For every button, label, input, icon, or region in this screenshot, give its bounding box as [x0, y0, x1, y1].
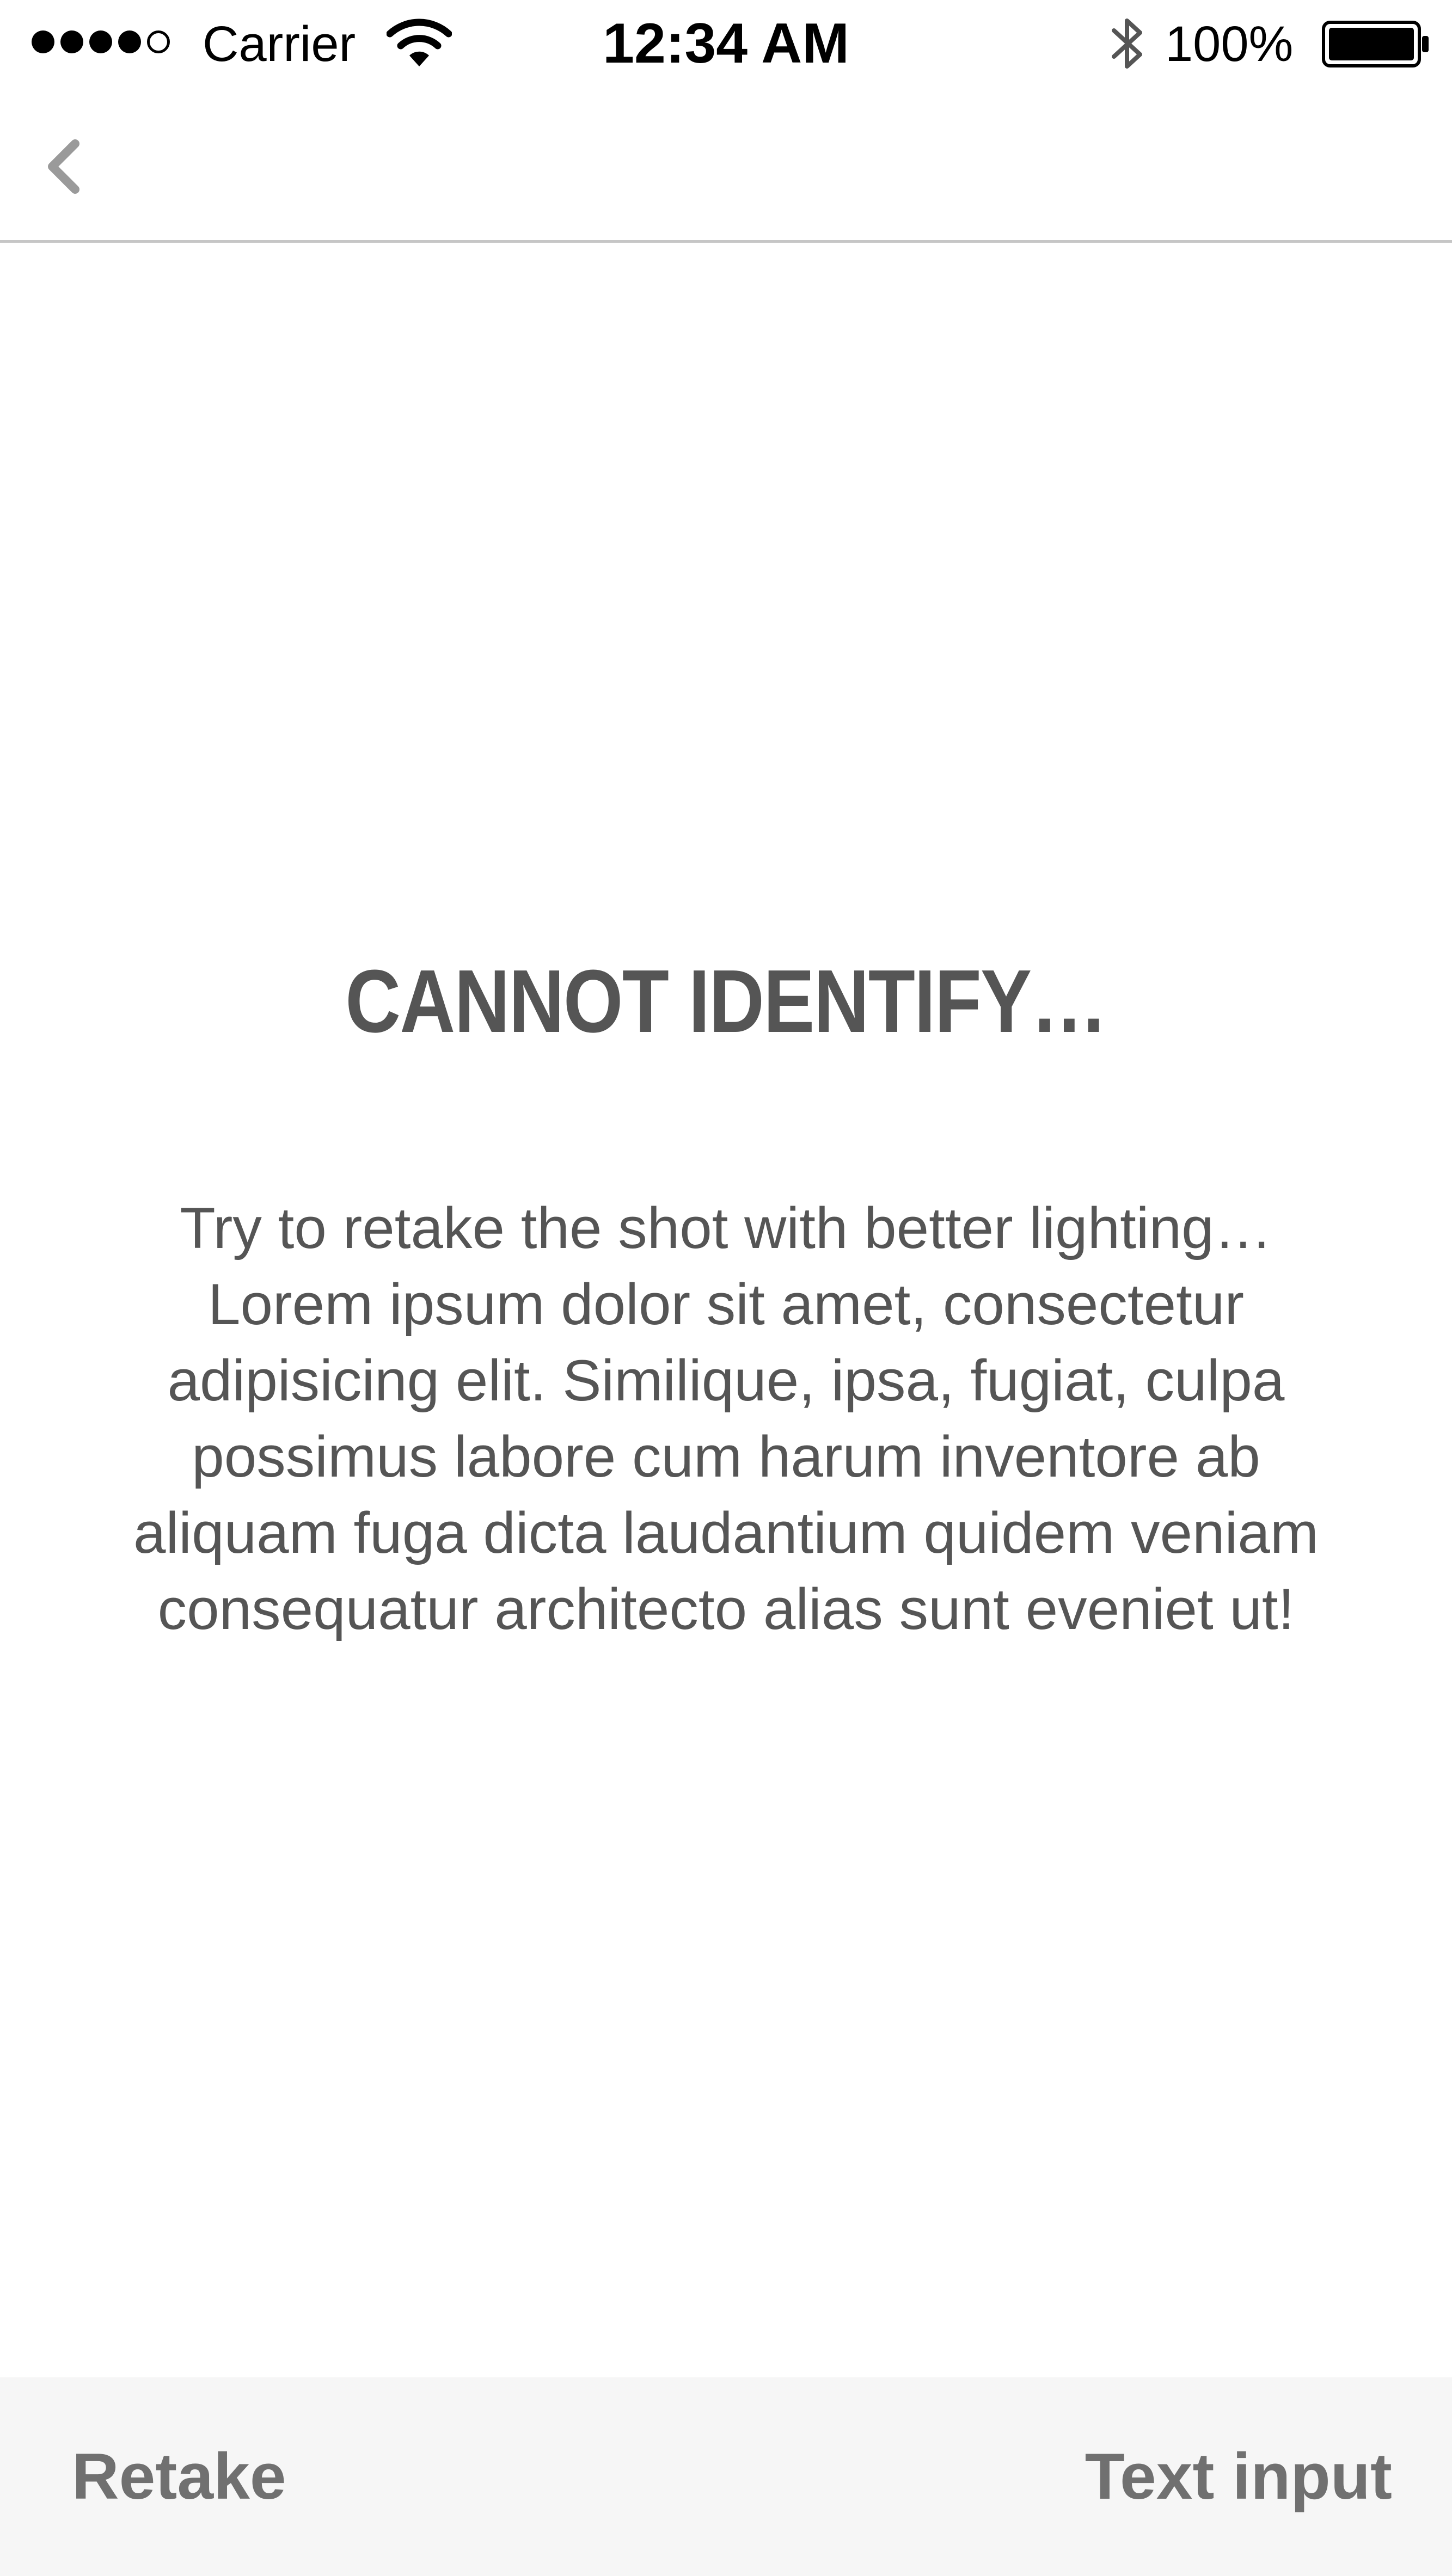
battery-icon: [1322, 21, 1429, 67]
text-input-button[interactable]: Text input: [1085, 2438, 1392, 2514]
error-message: Try to retake the shot with better light…: [133, 1195, 1319, 1641]
status-bar: Carrier 12:34 AM 100%: [0, 0, 1452, 87]
page-title: CANNOT IDENTIFY…: [345, 951, 1107, 1051]
retake-button[interactable]: Retake: [72, 2438, 286, 2514]
bottom-toolbar: Retake Text input: [0, 2377, 1452, 2576]
battery-percent: 100%: [1165, 16, 1294, 72]
bluetooth-icon: [1112, 19, 1142, 69]
chevron-left-icon[interactable]: [33, 134, 93, 199]
navigation-bar: [0, 87, 1452, 243]
